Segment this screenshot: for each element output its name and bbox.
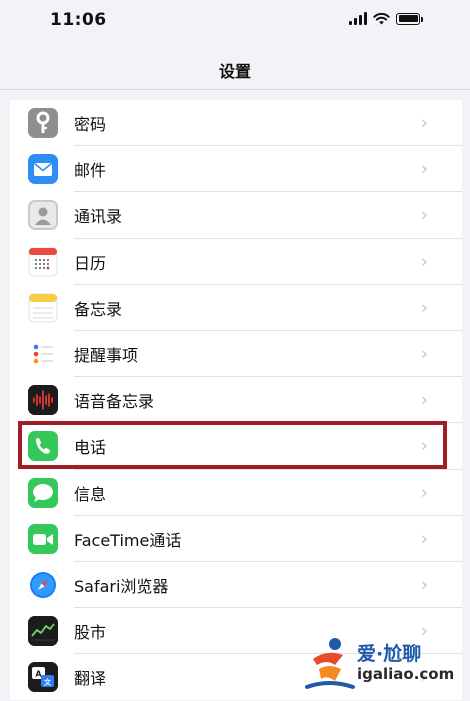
settings-row-label: 语音备忘录 [74,392,155,412]
watermark-url: igaliao.com [357,665,455,683]
battery-icon [396,12,423,25]
settings-row-label: 信息 [74,484,107,504]
chevron-right-icon: › [420,343,428,365]
reminders-icon [28,339,58,370]
wifi-icon [373,12,390,25]
settings-row-safari[interactable]: Safari浏览器 › [10,562,462,609]
cellular-signal-icon [349,12,367,25]
chevron-right-icon: › [420,389,428,411]
chevron-right-icon: › [420,574,428,596]
settings-row-label: 邮件 [74,161,107,181]
settings-row-label: 密码 [74,115,107,135]
settings-row-label: 日历 [74,253,107,273]
svg-text:文: 文 [44,678,52,687]
watermark-logo: 爱·尬聊 igaliao.com [305,635,465,695]
settings-row-label: 翻译 [74,669,107,689]
settings-row-phone[interactable]: 电话 › [10,423,462,470]
chevron-right-icon: › [420,204,428,226]
settings-row-messages[interactable]: 信息 › [10,470,462,516]
settings-row-label: 通讯录 [74,207,123,227]
chevron-right-icon: › [420,482,428,504]
settings-row-key[interactable]: 密码 › [10,100,462,147]
status-bar: 11:06 [0,0,470,44]
page-title: 设置 [218,62,251,81]
status-icons [349,12,423,25]
facetime-icon [28,523,58,554]
settings-row-label: FaceTime通话 [74,530,182,550]
settings-row-label: 提醒事项 [74,346,139,366]
settings-row-label: 备忘录 [74,299,123,319]
settings-row-label: 股市 [74,623,107,643]
settings-row-facetime[interactable]: FaceTime通话 › [10,516,462,562]
settings-row-voice-memos[interactable]: 语音备忘录 › [10,377,462,424]
settings-row-reminders[interactable]: 提醒事项 › [10,331,462,378]
chevron-right-icon: › [420,158,428,180]
settings-row-mail[interactable]: 邮件 › [10,146,462,193]
messages-icon [28,477,58,508]
settings-row-notes[interactable]: 备忘录 › [10,285,462,331]
safari-icon [28,569,58,600]
chevron-right-icon: › [420,251,428,273]
chevron-right-icon: › [420,112,428,134]
settings-row-contacts[interactable]: 通讯录 › [10,192,462,239]
key-icon [28,108,58,139]
calendar-icon [28,246,58,277]
settings-list: 密码 › 邮件 › 通讯录 › 日历 › 备忘录 › 提醒事项 › 语音备忘录 › 电话 › 信息 › FaceTi… [10,100,462,701]
notes-icon [28,292,58,323]
watermark-figure-icon [305,638,355,689]
nav-bar: 设置 [0,44,470,90]
settings-row-label: Safari浏览器 [74,576,169,596]
chevron-right-icon: › [420,435,428,457]
contacts-icon [28,200,58,231]
settings-row-label: 电话 [74,438,107,458]
settings-screen: 11:06 设置 密码 › 邮件 › 通讯录 › 日历 › 备忘录 › 提醒事项 › 语音备忘录 › 电话 ›… [0,0,470,701]
watermark-title: 爱·尬聊 [357,643,422,665]
chevron-right-icon: › [420,297,428,319]
phone-icon [28,431,58,462]
voice-memos-icon [28,385,58,416]
status-time: 11:06 [50,10,107,30]
chevron-right-icon: › [420,528,428,550]
mail-icon [28,154,58,185]
settings-row-calendar[interactable]: 日历 › [10,239,462,285]
translate-icon: A文 [28,662,58,693]
stocks-icon [28,616,58,647]
svg-text:A: A [35,670,42,679]
